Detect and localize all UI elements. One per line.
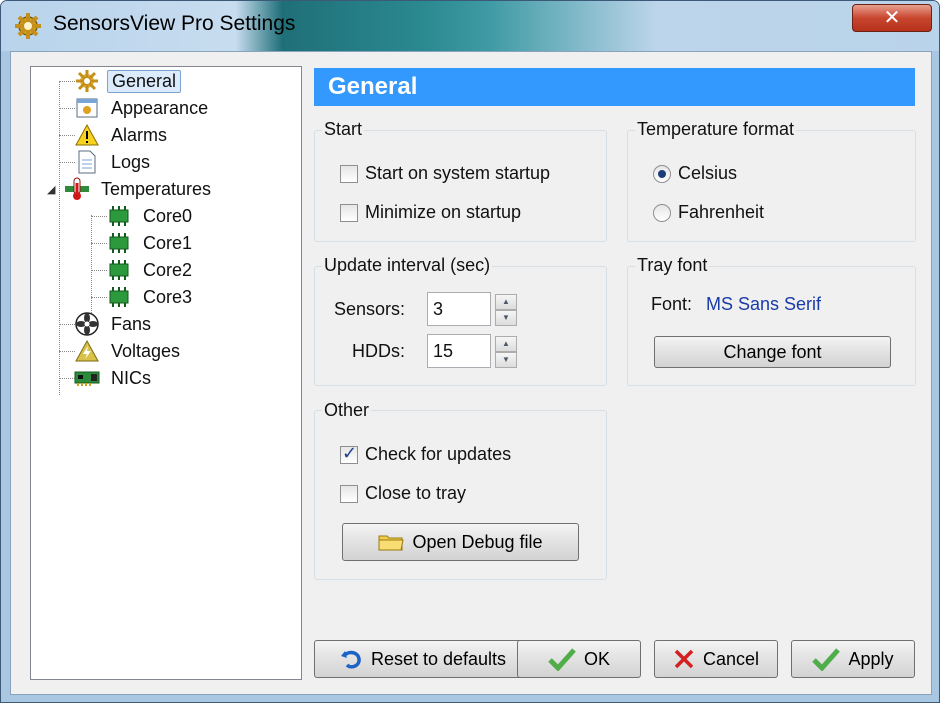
checkmark-icon — [812, 647, 841, 671]
tree-item-label: Fans — [111, 313, 152, 334]
checkbox-box[interactable] — [340, 484, 358, 503]
radio-dot[interactable] — [653, 164, 671, 183]
title-bar[interactable]: SensorsView Pro Settings ✕ — [1, 1, 939, 51]
warning-icon — [73, 123, 101, 147]
button-label: Apply — [848, 648, 894, 669]
check-for-updates-checkbox[interactable]: Check for updates — [340, 443, 512, 465]
fahrenheit-radio[interactable]: Fahrenheit — [653, 202, 764, 223]
undo-icon — [339, 647, 363, 671]
gear-icon — [73, 69, 101, 93]
hdds-up-button[interactable]: ▲ — [495, 336, 517, 352]
other-group-title: Other — [322, 400, 372, 421]
chip-icon — [105, 204, 133, 228]
settings-tree[interactable]: General Appearance Alarms Logs ◢ Tempera… — [30, 66, 302, 680]
radio-label: Celsius — [678, 163, 738, 183]
tree-item-label: Logs — [111, 151, 151, 172]
settings-window: SensorsView Pro Settings ✕ General Appea… — [0, 0, 940, 703]
apply-button[interactable]: Apply — [791, 640, 915, 678]
tree-item-alarms[interactable]: Alarms — [73, 122, 171, 148]
window-title: SensorsView Pro Settings — [53, 12, 296, 35]
open-debug-file-button[interactable]: Open Debug file — [342, 523, 579, 561]
hdds-down-button[interactable]: ▼ — [495, 352, 517, 368]
update-interval-title: Update interval (sec) — [322, 255, 493, 276]
tree-item-general[interactable]: General — [73, 68, 182, 94]
button-label: Open Debug file — [412, 531, 543, 552]
minimize-on-startup-checkbox[interactable]: Minimize on startup — [340, 202, 521, 223]
hdds-interval-input[interactable]: 15 — [427, 334, 491, 368]
tree-item-label: Appearance — [111, 97, 209, 118]
chip-icon — [105, 258, 133, 282]
button-label: Reset to defaults — [370, 648, 507, 669]
collapse-triangle-icon[interactable]: ◢ — [47, 183, 63, 196]
folder-icon — [378, 532, 405, 552]
tree-item-label: Core3 — [143, 286, 193, 307]
network-card-icon — [73, 366, 101, 390]
button-label: OK — [583, 648, 610, 669]
sensors-interval-input[interactable]: 3 — [427, 292, 491, 326]
tree-item-label: General — [107, 69, 182, 93]
appearance-icon — [73, 96, 101, 120]
checkbox-label: Start on system startup — [365, 163, 551, 183]
tree-item-fans[interactable]: Fans — [73, 311, 155, 337]
voltage-icon — [73, 339, 101, 363]
tree-item-label: Voltages — [111, 340, 181, 361]
tree-item-temperatures[interactable]: ◢ Temperatures — [47, 176, 215, 202]
thermometer-icon — [63, 177, 91, 201]
tree-item-core0[interactable]: Core0 — [105, 203, 196, 229]
update-interval-group — [314, 266, 607, 386]
button-label: Change font — [723, 341, 822, 362]
checkbox-box[interactable] — [340, 443, 358, 464]
x-icon — [673, 648, 695, 670]
tree-item-core2[interactable]: Core2 — [105, 257, 196, 283]
checkbox-box[interactable] — [340, 164, 358, 183]
page-title: General — [314, 68, 915, 106]
sensors-label: Sensors: — [333, 299, 405, 319]
tree-item-label: Core2 — [143, 259, 193, 280]
change-font-button[interactable]: Change font — [654, 336, 891, 368]
tree-item-core3[interactable]: Core3 — [105, 284, 196, 310]
sensors-up-button[interactable]: ▲ — [495, 294, 517, 310]
tree-item-label: Core0 — [143, 205, 193, 226]
tree-item-label: NICs — [111, 367, 151, 388]
close-button[interactable]: ✕ — [852, 4, 932, 32]
sensors-down-button[interactable]: ▼ — [495, 310, 517, 326]
tray-font-title: Tray font — [635, 255, 710, 276]
checkbox-label: Check for updates — [365, 444, 512, 464]
start-group-title: Start — [322, 119, 365, 140]
client-area: General Appearance Alarms Logs ◢ Tempera… — [10, 51, 932, 695]
close-to-tray-checkbox[interactable]: Close to tray — [340, 483, 466, 504]
temperature-format-group — [627, 130, 916, 242]
font-value: MS Sans Serif — [706, 294, 822, 314]
checkbox-label: Close to tray — [365, 483, 467, 503]
tree-item-voltages[interactable]: Voltages — [73, 338, 184, 364]
tree-item-label: Alarms — [111, 124, 168, 145]
tree-item-appearance[interactable]: Appearance — [73, 95, 212, 121]
tree-item-logs[interactable]: Logs — [73, 149, 154, 175]
tree-item-label: Temperatures — [101, 178, 212, 199]
chip-icon — [105, 285, 133, 309]
celsius-radio[interactable]: Celsius — [653, 163, 737, 184]
tree-item-label: Core1 — [143, 232, 193, 253]
temperature-format-title: Temperature format — [635, 119, 797, 140]
document-icon — [73, 150, 101, 174]
checkbox-box[interactable] — [340, 203, 358, 222]
tray-font-group — [627, 266, 916, 386]
tree-item-core1[interactable]: Core1 — [105, 230, 196, 256]
radio-label: Fahrenheit — [678, 202, 765, 222]
button-label: Cancel — [702, 648, 760, 669]
start-group — [314, 130, 607, 242]
checkbox-label: Minimize on startup — [365, 202, 522, 222]
radio-dot[interactable] — [653, 203, 671, 222]
font-label: Font: — [651, 294, 693, 314]
gear-icon — [15, 13, 41, 39]
tree-item-nics[interactable]: NICs — [73, 365, 155, 391]
chip-icon — [105, 231, 133, 255]
hdds-label: HDDs: — [352, 341, 405, 361]
fan-icon — [73, 312, 101, 336]
cancel-button[interactable]: Cancel — [654, 640, 778, 678]
reset-to-defaults-button[interactable]: Reset to defaults — [314, 640, 531, 678]
start-on-startup-checkbox[interactable]: Start on system startup — [340, 163, 550, 184]
ok-button[interactable]: OK — [517, 640, 641, 678]
checkmark-icon — [548, 647, 576, 671]
